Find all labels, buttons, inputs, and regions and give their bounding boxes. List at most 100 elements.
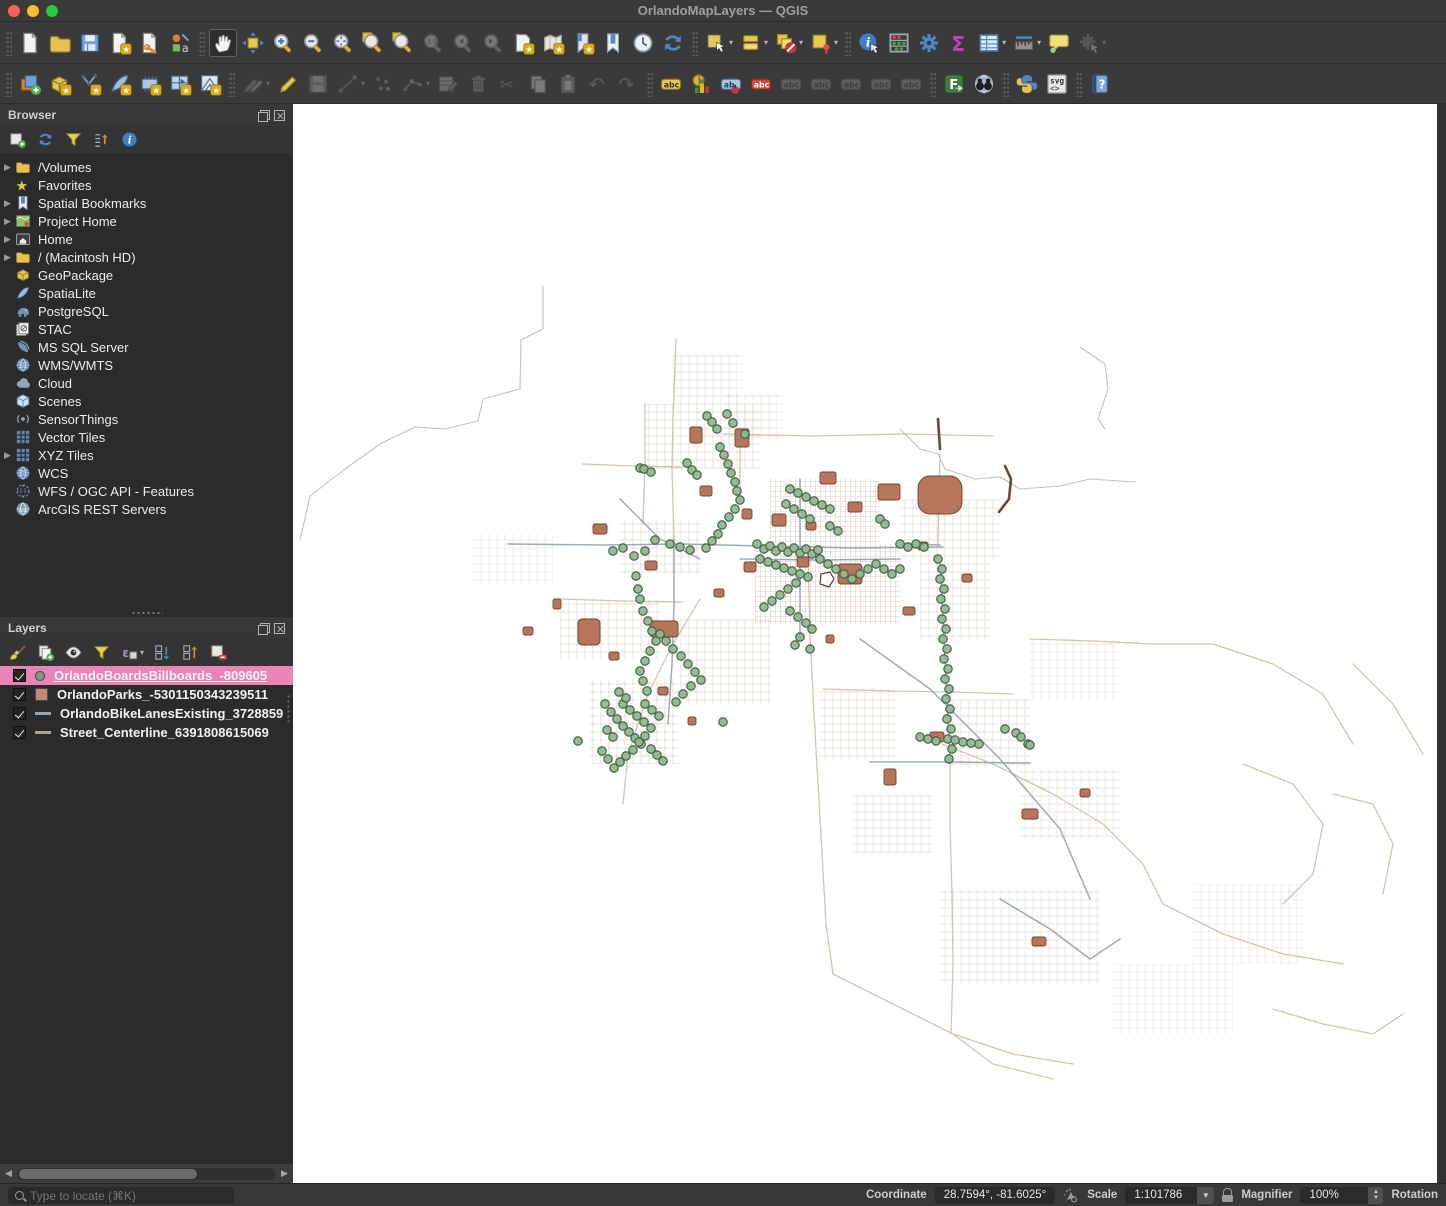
browser-item-wfs-ogc-api-features[interactable]: WFS / OGC API - Features [0,482,293,500]
osm-place-search-button[interactable] [970,70,998,98]
new-spatialite-layer-button[interactable]: ★ [106,70,134,98]
browser-item-geopackage[interactable]: GeoPackage [0,266,293,284]
scrollbar-thumb[interactable] [19,1168,197,1179]
toolbar-grip[interactable] [691,29,698,56]
layer-symbol-swatch[interactable] [35,712,51,715]
filter-browser-button[interactable] [64,130,83,149]
processing-toolbox-button[interactable] [915,29,943,57]
browser-item-wms-wmts[interactable]: WMS/WMTS [0,356,293,374]
filter-by-expression-button[interactable]: ε ▾ [120,643,144,662]
digitize-with-segment-dropdown-arrow-icon[interactable]: ▾ [361,79,365,88]
zoom-to-layer-button[interactable] [389,29,417,57]
open-layer-styling-button[interactable] [8,643,27,662]
add-selected-layers-button[interactable] [8,130,27,149]
toolbar-grip[interactable] [646,70,654,97]
new-project-button[interactable] [16,29,44,57]
browser-item-macintosh-hd[interactable]: ▶ / (Macintosh HD) [0,248,293,266]
browser-item-arcgis-rest-servers[interactable]: ArcGIS REST Servers [0,500,293,518]
layer-symbol-swatch[interactable] [35,688,48,701]
pin-unpin-labels-button[interactable]: ab [717,70,745,98]
svg-annotation-button[interactable]: svg <> [1043,70,1071,98]
style-manager-button[interactable]: a [166,29,194,57]
expander-icon[interactable]: ▶ [0,162,15,173]
maximize-window-button[interactable] [46,5,58,17]
toolbar-grip[interactable] [929,70,937,97]
new-spatial-bookmark-button[interactable]: ★ [569,29,597,57]
layers-float-button[interactable] [258,622,270,635]
remove-layer-button[interactable] [209,643,228,662]
mouse-extents-icon[interactable] [1063,1187,1079,1203]
zoom-in-button[interactable] [269,29,297,57]
manage-map-themes-button[interactable] [64,643,83,662]
coordinate-value[interactable]: 28.7594°, -81.6025° [934,1186,1056,1204]
measure-line-dropdown-arrow-icon[interactable]: ▾ [1037,38,1041,47]
identify-features-button[interactable]: i [855,29,883,57]
new-shapefile-layer-button[interactable]: ★ [76,70,104,98]
expander-icon[interactable]: ▶ [0,216,15,227]
browser-item-postgresql[interactable]: PostgreSQL [0,302,293,320]
current-edits-dropdown-arrow-icon[interactable]: ▾ [266,79,270,88]
show-spatial-bookmarks-button[interactable] [599,29,627,57]
refresh-browser-button[interactable] [36,130,55,149]
magnifier-spin-arrows-icon[interactable]: ▲ ▼ [1368,1186,1384,1204]
layer-visibility-checkbox[interactable] [13,669,26,682]
layer-row-street-centerline-6391808615069[interactable]: Street_Centerline_6391808615069 [0,723,293,742]
scroll-left-arrow-icon[interactable]: ◀ [2,1168,15,1179]
layer-visibility-checkbox[interactable] [13,707,26,720]
scroll-right-arrow-icon[interactable]: ▶ [278,1168,291,1179]
deselect-all-dropdown-arrow-icon[interactable]: ▾ [799,38,803,47]
browser-float-button[interactable] [258,109,270,122]
add-group-button[interactable] [36,643,55,662]
open-data-source-manager-button[interactable] [16,70,44,98]
refresh-map-button[interactable] [659,29,687,57]
layers-close-button[interactable] [274,622,285,634]
browser-item-cloud[interactable]: Cloud [0,374,293,392]
browser-item-wcs[interactable]: WCS [0,464,293,482]
new-geopackage-layer-button[interactable]: ★ [46,70,74,98]
map-canvas[interactable] [293,104,1437,1183]
pan-map-button[interactable] [209,28,237,57]
expander-icon[interactable]: ▶ [0,234,15,245]
show-layout-manager-button[interactable] [136,29,164,57]
browser-item-favorites[interactable]: ★ Favorites [0,176,293,194]
minimize-window-button[interactable] [27,5,39,17]
collapse-all-button[interactable] [181,643,200,662]
browser-item-xyz-tiles[interactable]: ▶ XYZ Tiles [0,446,293,464]
new-virtual-layer-button[interactable]: ★ [166,70,194,98]
select-features-button[interactable]: ▾ [702,29,735,57]
open-attribute-table-button[interactable]: ▾ [975,29,1008,57]
field-tool-button[interactable]: F [940,70,968,98]
pan-to-selection-button[interactable] [239,29,267,57]
scale-dropdown-arrow-icon[interactable]: ▼ [1197,1186,1215,1204]
browser-item-spatial-bookmarks[interactable]: ▶ Spatial Bookmarks [0,194,293,212]
layer-visibility-checkbox[interactable] [13,688,26,701]
select-by-location-button[interactable]: ▾ [807,29,840,57]
browser-item-stac[interactable]: STAC [0,320,293,338]
browser-item-home[interactable]: ▶ Home [0,230,293,248]
help-button[interactable]: ? [1086,70,1114,98]
new-postgis-layer-button[interactable]: ★ [136,70,164,98]
collapse-all-button[interactable] [92,130,111,149]
toolbar-grip[interactable] [5,70,12,97]
locate-bar[interactable] [8,1187,234,1204]
select-by-value-dropdown-arrow-icon[interactable]: ▾ [764,38,768,47]
browser-item-sensorthings[interactable]: SensorThings [0,410,293,428]
new-mesh-layer-button[interactable]: ★ [196,70,224,98]
toolbar-grip[interactable] [228,70,235,97]
browser-close-button[interactable] [274,109,285,121]
deselect-all-button[interactable]: ▾ [772,29,805,57]
magnifier-spinner[interactable]: 100% ▲ ▼ [1300,1186,1384,1204]
layer-name[interactable]: OrlandoBoardsBillboards_-809605 [54,668,267,683]
scale-lock-icon[interactable] [1222,1188,1234,1202]
toolbar-grip[interactable] [1075,70,1083,97]
filter-legend-button[interactable] [92,643,111,662]
zoom-out-button[interactable] [299,29,327,57]
vertex-tool-dropdown-arrow-icon[interactable]: ▾ [426,79,430,88]
browser-item-project-home[interactable]: ▶ Project Home [0,212,293,230]
layer-diagram-options-button[interactable] [687,70,715,98]
layer-name[interactable]: OrlandoParks_-5301150343239511 [57,687,268,702]
scale-combo[interactable]: 1:101786 ▼ [1125,1186,1215,1204]
python-console-button[interactable] [1013,70,1041,98]
close-window-button[interactable] [8,5,20,17]
layer-row-orlandoparks-5301150343239511[interactable]: OrlandoParks_-5301150343239511 [0,685,293,704]
